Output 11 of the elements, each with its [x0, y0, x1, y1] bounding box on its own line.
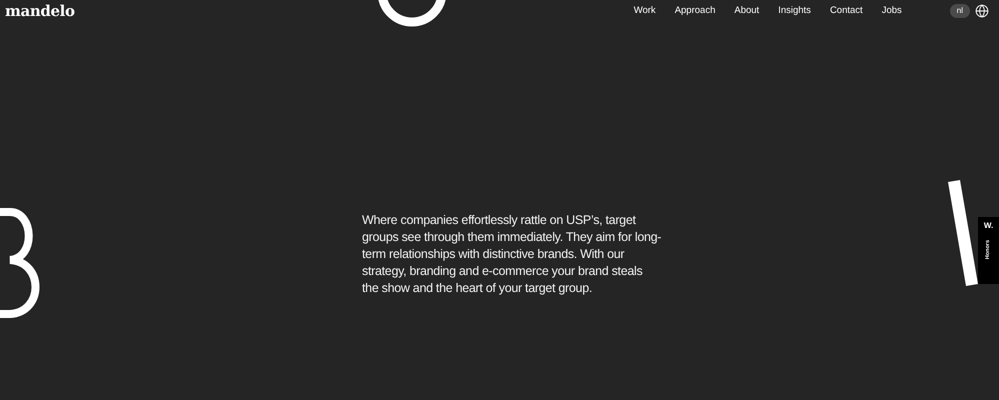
nav-link[interactable]: Jobs [882, 4, 902, 18]
nav-link[interactable]: About [734, 4, 760, 18]
nav-link[interactable]: Work [634, 4, 656, 18]
logo[interactable]: mandelo [5, 0, 75, 22]
nav-link[interactable]: Approach [674, 4, 716, 18]
nav-link[interactable]: Insights [778, 4, 811, 18]
badge-mark: W. [984, 222, 994, 230]
language-button[interactable]: nl [950, 4, 970, 18]
globe-icon[interactable] [975, 4, 989, 18]
intro-paragraph: Where companies effortlessly rattle on USP’s, target groups see through them immediately. They aim for long-term relationships with distinctive brands. With our strategy, branding and e-commerce your brand steals the show and the heart of your target group. [362, 212, 662, 297]
nav-link[interactable]: Contact [830, 4, 863, 18]
